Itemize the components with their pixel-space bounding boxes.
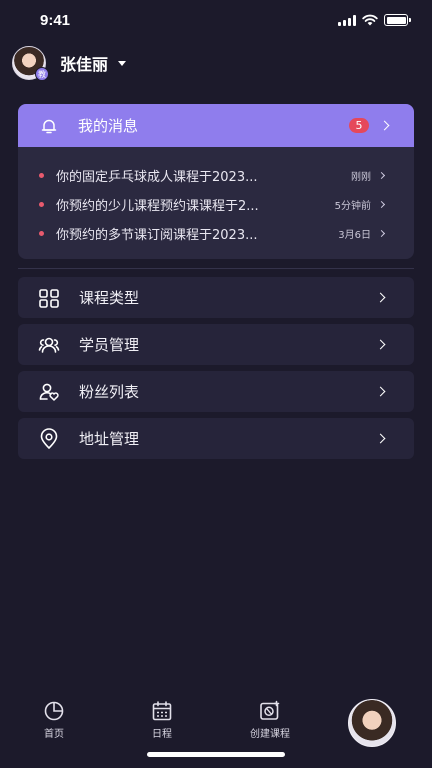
status-bar: 9:41 <box>0 0 432 40</box>
fans-icon <box>38 381 60 403</box>
message-text: 你预约的多节课订阅课程于2023... <box>56 228 258 243</box>
profile-avatar-tab[interactable] <box>348 699 396 747</box>
tab-label: 日程 <box>152 729 172 740</box>
chevron-right-icon <box>379 120 390 131</box>
message-time: 5分钟前 <box>334 201 371 212</box>
battery-icon <box>384 14 411 26</box>
user-name: 张佳丽 <box>60 55 109 74</box>
cellular-signal-icon <box>338 14 356 26</box>
message-item[interactable]: 你的固定乒乓球成人课程于2023... 刚刚 <box>18 161 414 190</box>
grid-icon <box>38 287 60 309</box>
tab-label: 首页 <box>44 729 64 740</box>
chevron-right-icon <box>375 292 386 303</box>
tab-create-course[interactable]: 创建课程 <box>230 700 310 740</box>
menu-item-label: 地址管理 <box>79 430 140 448</box>
unread-dot-icon <box>39 202 44 207</box>
status-time: 9:41 <box>40 11 71 29</box>
calendar-icon <box>152 701 172 721</box>
status-icons <box>338 14 411 26</box>
location-pin-icon <box>38 427 60 450</box>
message-time: 刚刚 <box>351 172 371 183</box>
chevron-right-icon <box>375 433 386 444</box>
unread-count-badge: 5 <box>349 118 369 133</box>
tab-schedule[interactable]: 日程 <box>122 700 202 740</box>
unread-dot-icon <box>39 231 44 236</box>
message-list: 你的固定乒乓球成人课程于2023... 刚刚 你预约的少儿课程预约课课程于2..… <box>18 147 414 248</box>
messages-title: 我的消息 <box>78 117 139 135</box>
message-item[interactable]: 你预约的多节课订阅课程于2023... 3月6日 <box>18 219 414 248</box>
chevron-right-icon <box>377 200 386 209</box>
tab-label: 创建课程 <box>250 729 290 740</box>
role-badge: 教 <box>35 67 49 81</box>
menu-item-label: 学员管理 <box>79 336 140 354</box>
pie-chart-icon <box>44 701 64 721</box>
message-item[interactable]: 你预约的少儿课程预约课课程于2... 5分钟前 <box>18 190 414 219</box>
menu-item-label: 粉丝列表 <box>79 383 140 401</box>
chevron-right-icon <box>377 229 386 238</box>
message-time: 3月6日 <box>338 230 371 241</box>
menu-item-student-management[interactable]: 学员管理 <box>18 324 414 365</box>
chevron-right-icon <box>377 171 386 180</box>
messages-header[interactable]: 我的消息 5 <box>18 104 414 147</box>
menu-item-label: 课程类型 <box>79 289 140 307</box>
bell-icon <box>41 119 57 133</box>
tab-home[interactable]: 首页 <box>14 700 94 740</box>
message-text: 你预约的少儿课程预约课课程于2... <box>56 199 259 214</box>
caret-down-icon <box>118 60 127 66</box>
home-indicator <box>147 752 285 757</box>
messages-card: 我的消息 5 你的固定乒乓球成人课程于2023... 刚刚 你预约的少儿课程预约… <box>18 104 414 259</box>
chevron-right-icon <box>375 339 386 350</box>
menu-item-fans-list[interactable]: 粉丝列表 <box>18 371 414 412</box>
menu-list: 课程类型 学员管理 粉丝列表 地址管理 <box>18 277 414 465</box>
avatar: 教 <box>12 46 49 81</box>
users-icon <box>38 334 60 356</box>
section-divider <box>18 268 414 269</box>
chevron-right-icon <box>375 386 386 397</box>
wifi-icon <box>362 14 378 26</box>
user-switcher[interactable]: 教 张佳丽 <box>12 46 127 81</box>
menu-item-address-management[interactable]: 地址管理 <box>18 418 414 459</box>
menu-item-course-types[interactable]: 课程类型 <box>18 277 414 318</box>
create-course-icon <box>260 700 280 720</box>
message-text: 你的固定乒乓球成人课程于2023... <box>56 170 258 185</box>
unread-dot-icon <box>39 173 44 178</box>
